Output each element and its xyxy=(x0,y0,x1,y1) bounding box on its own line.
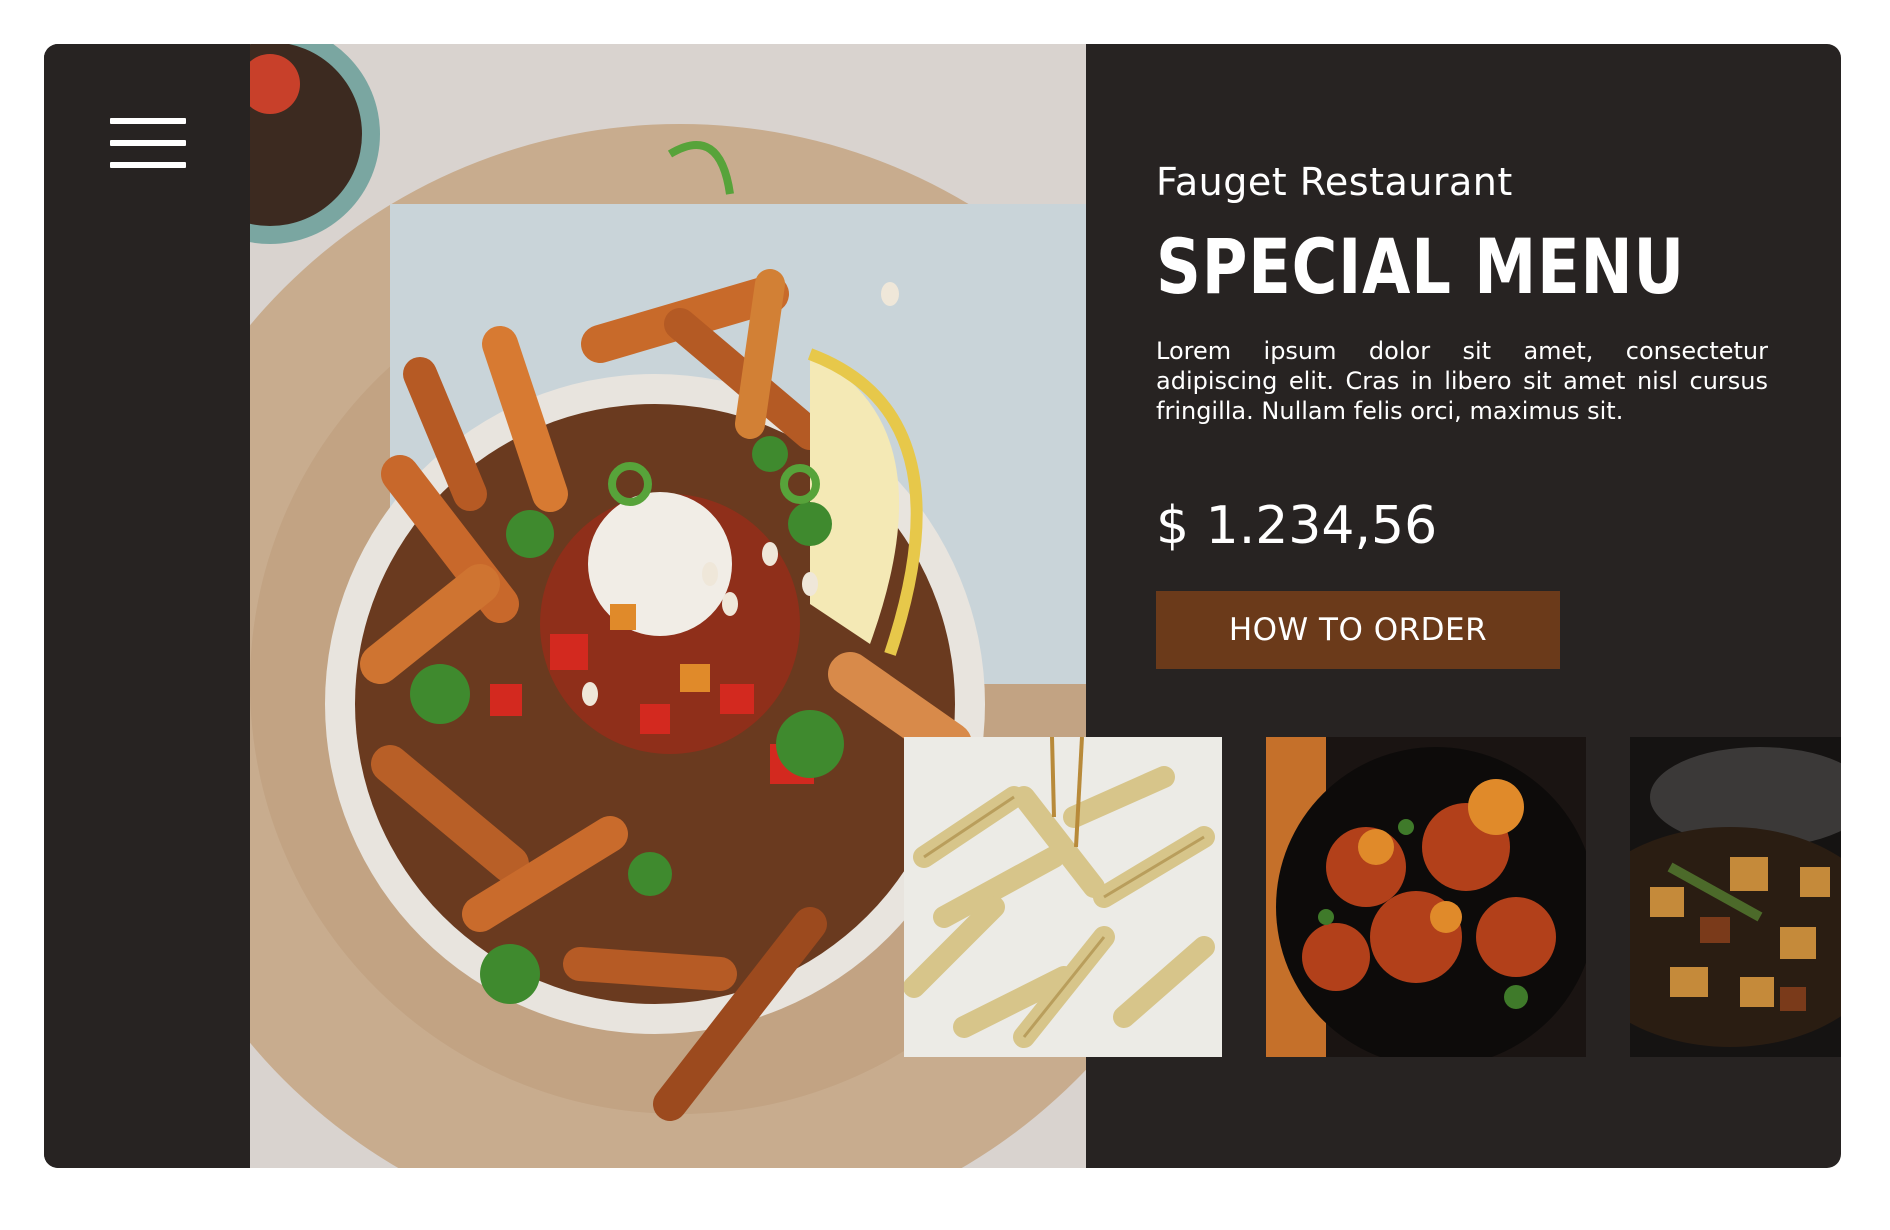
thumbnail-glazed-chicken[interactable] xyxy=(1266,737,1586,1057)
menu-card: Fauget Restaurant SPECIAL MENU Lorem ips… xyxy=(44,44,1841,1168)
menu-description: Lorem ipsum dolor sit amet, consectetur … xyxy=(1156,337,1768,425)
thumbnail-pasta[interactable] xyxy=(904,737,1222,1057)
sidebar xyxy=(44,44,250,1168)
menu-price: $ 1.234,56 xyxy=(1156,496,1438,556)
how-to-order-button[interactable]: HOW TO ORDER xyxy=(1156,591,1560,669)
thumbnail-stew[interactable] xyxy=(1630,737,1841,1057)
hamburger-menu-icon[interactable] xyxy=(110,118,186,170)
restaurant-name: Fauget Restaurant xyxy=(1156,160,1513,204)
page-title: SPECIAL MENU xyxy=(1156,222,1685,311)
